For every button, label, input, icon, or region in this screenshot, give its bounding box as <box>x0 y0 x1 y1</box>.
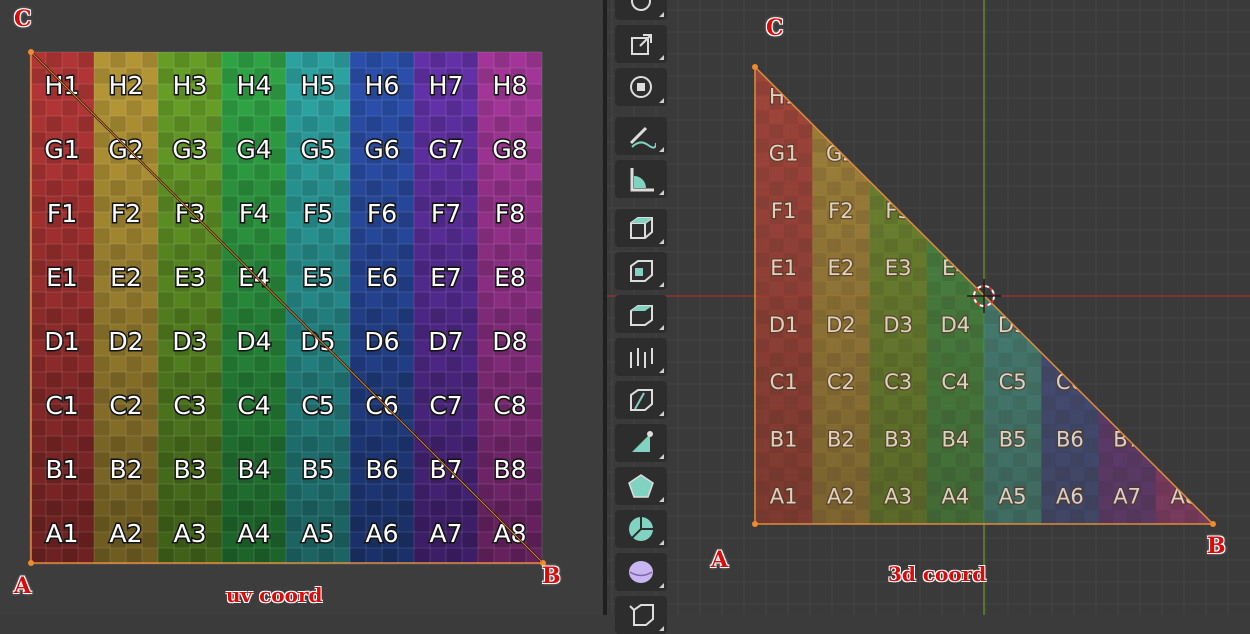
mesh-vertex[interactable] <box>752 521 758 527</box>
tool-submenu-indicator <box>659 190 664 195</box>
inset-icon <box>630 305 653 326</box>
mesh-cell-label: E6 <box>1057 256 1084 280</box>
rotate-icon <box>631 0 651 11</box>
smooth-tool-button[interactable] <box>615 553 667 591</box>
measure-tool-button[interactable] <box>615 160 667 198</box>
measure-ruler-icon <box>630 168 654 192</box>
smooth-icon <box>629 561 653 583</box>
mesh-cell-label: G6 <box>1055 142 1085 166</box>
tool-submenu-indicator <box>659 147 664 152</box>
loop-cut-tool-button[interactable] <box>615 381 667 419</box>
uv-vertex-label-c: C <box>14 6 32 32</box>
viewport-canvas[interactable]: H1H2H3H4H5H6H7H8G1G2G3G4G5G6G7G8F1F2F3F4… <box>607 0 1250 615</box>
uv-vertex-label-b: B <box>542 563 561 589</box>
mesh-cell-label: D7 <box>1112 313 1142 337</box>
tool-submenu-indicator <box>659 454 664 459</box>
bevel-icon <box>630 348 653 368</box>
transform-tool-button[interactable] <box>615 68 667 106</box>
scale-tool-button[interactable] <box>615 25 667 63</box>
spin-tool-button[interactable] <box>615 510 667 548</box>
tool-submenu-indicator <box>659 540 664 545</box>
spin-icon <box>629 517 653 541</box>
uv-caption: uv coord <box>226 583 323 607</box>
annotate-pencil-icon <box>629 126 656 149</box>
rotate-tool-button[interactable] <box>615 0 667 20</box>
mesh-cell-label: G4 <box>941 142 971 166</box>
tool-submenu-indicator <box>659 55 664 60</box>
scale-icon <box>631 34 652 55</box>
uv-vertex[interactable] <box>28 49 34 55</box>
poly-build-tool-button[interactable] <box>615 467 667 505</box>
add-cube-icon <box>630 217 653 239</box>
tool-submenu-indicator <box>659 98 664 103</box>
3d-viewport-panel[interactable]: H1H2H3H4H5H6H7H8G1G2G3G4G5G6G7G8F1F2F3F4… <box>607 0 1250 615</box>
vp-vertex-label-c: C <box>766 15 784 41</box>
tool-submenu-indicator <box>659 411 664 416</box>
viewport-toolbar <box>615 0 667 634</box>
mesh-cell-label: H5 <box>998 85 1027 109</box>
uv-editor-panel[interactable]: H1H2H3H4H5H6H7H8G1G2G3G4G5G6G7G8F1F2F3F4… <box>0 0 603 615</box>
tool-submenu-indicator <box>659 239 664 244</box>
tool-submenu-indicator <box>659 325 664 330</box>
shear-icon <box>629 604 654 626</box>
mesh-cell-label: H4 <box>941 85 970 109</box>
knife-icon <box>632 431 653 452</box>
bevel-tool-button[interactable] <box>615 338 667 376</box>
vp-vertex-label-a: A <box>711 547 729 573</box>
mesh-cell-label: D6 <box>1055 313 1085 337</box>
shear-tool-button[interactable] <box>615 596 667 634</box>
loop-cut-icon <box>630 389 653 411</box>
vp-caption: 3d coord <box>888 562 987 586</box>
vp-vertex-label-b: B <box>1207 533 1226 559</box>
uv-texture-canvas[interactable]: H1H2H3H4H5H6H7H8G1G2G3G4G5G6G7G8F1F2F3F4… <box>0 0 603 615</box>
add-cube-tool-button[interactable] <box>615 209 667 247</box>
mesh-cell-label: F5 <box>1000 199 1025 223</box>
mesh-cell-label: H6 <box>1055 85 1084 109</box>
mesh-vertex[interactable] <box>1210 521 1216 527</box>
tool-submenu-indicator <box>659 282 664 287</box>
mesh-cell-label: G7 <box>1112 142 1142 166</box>
poly-build-icon <box>628 474 654 498</box>
transform-icon <box>630 76 652 98</box>
tool-submenu-indicator <box>659 497 664 502</box>
uv-vertex-label-a: A <box>14 573 32 599</box>
tool-submenu-indicator <box>659 626 664 631</box>
annotate-tool-button[interactable] <box>615 117 667 155</box>
inset-faces-tool-button[interactable] <box>615 295 667 333</box>
mesh-cell-label: H7 <box>1113 85 1142 109</box>
mesh-cell-label: E5 <box>999 256 1026 280</box>
mesh-cell-label: F6 <box>1057 199 1082 223</box>
tool-submenu-indicator <box>659 583 664 588</box>
extrude-region-tool-button[interactable] <box>615 252 667 290</box>
tool-submenu-indicator <box>659 368 664 373</box>
mesh-cell-label: G5 <box>998 142 1028 166</box>
extrude-icon <box>630 260 653 282</box>
knife-tool-button[interactable] <box>615 424 667 462</box>
mesh-vertex[interactable] <box>752 64 758 70</box>
uv-vertex[interactable] <box>28 560 34 566</box>
mesh-cell-label: H2 <box>826 85 855 109</box>
mesh-cell-label: C7 <box>1113 370 1141 394</box>
tool-submenu-indicator <box>659 12 664 17</box>
